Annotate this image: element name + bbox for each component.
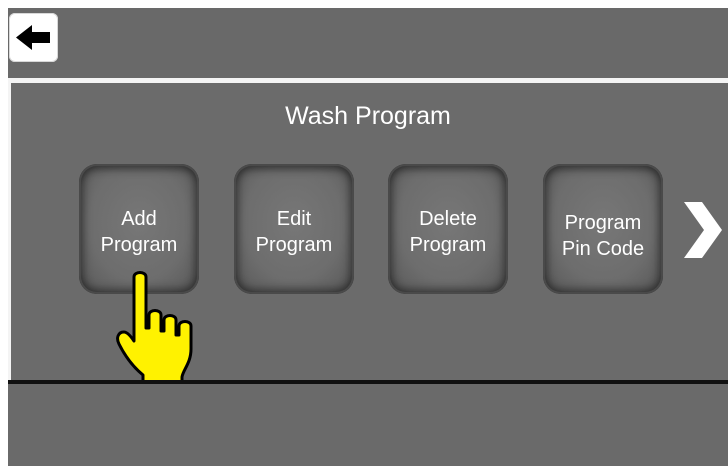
program-pin-code-label: Program Pin Code — [561, 212, 645, 260]
arrow-left-icon — [16, 25, 50, 50]
back-button[interactable] — [9, 13, 58, 62]
edit-program-label: Edit Program — [255, 208, 333, 256]
edit-program-button[interactable]: Edit Program — [234, 164, 354, 294]
top-bar — [8, 8, 728, 78]
chevron-right-icon — [684, 202, 722, 258]
next-page-button[interactable] — [680, 198, 726, 262]
pointing-hand-icon — [114, 265, 198, 387]
page-title: Wash Program — [285, 102, 451, 130]
delete-program-button[interactable]: Delete Program — [388, 164, 508, 294]
footer-bar — [8, 384, 728, 466]
program-pin-code-button[interactable]: Program Pin Code — [543, 164, 663, 294]
add-program-label: Add Program — [100, 208, 178, 256]
screen: Wash Program Add Program Edit Program De… — [8, 8, 728, 466]
delete-program-label: Delete Program — [409, 208, 487, 256]
